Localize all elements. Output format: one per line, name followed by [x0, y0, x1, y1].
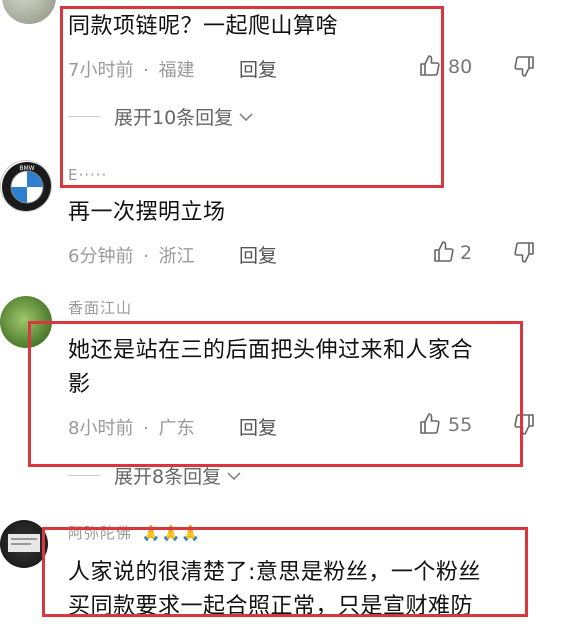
chevron-down-icon — [227, 471, 241, 480]
like-count: 2 — [460, 242, 473, 264]
comment-time: 6分钟前 — [68, 246, 134, 267]
avatar-text: BMW — [19, 165, 34, 172]
avatar-image-icon — [8, 534, 40, 552]
thumbs-down-icon[interactable] — [512, 54, 536, 78]
thumbs-up-icon[interactable] — [432, 240, 456, 264]
divider — [68, 475, 100, 476]
comment-meta: 6分钟前 · 浙江 — [68, 242, 195, 268]
thumbs-down-icon[interactable] — [512, 240, 536, 264]
avatar[interactable]: BMW — [0, 160, 52, 212]
avatar[interactable] — [2, 0, 56, 24]
avatar[interactable] — [0, 520, 48, 568]
separator: · — [143, 246, 149, 267]
username[interactable]: 香面江山 — [68, 297, 132, 318]
highlight-box — [28, 321, 523, 467]
like-count: 80 — [448, 56, 473, 78]
comment-text: 再一次摆明立场 — [68, 200, 226, 225]
highlight-box — [42, 527, 528, 617]
bmw-logo-icon: BMW — [2, 162, 51, 211]
reply-button[interactable]: 回复 — [239, 241, 277, 268]
highlight-box — [60, 6, 444, 188]
comment-location: 浙江 — [158, 246, 195, 267]
